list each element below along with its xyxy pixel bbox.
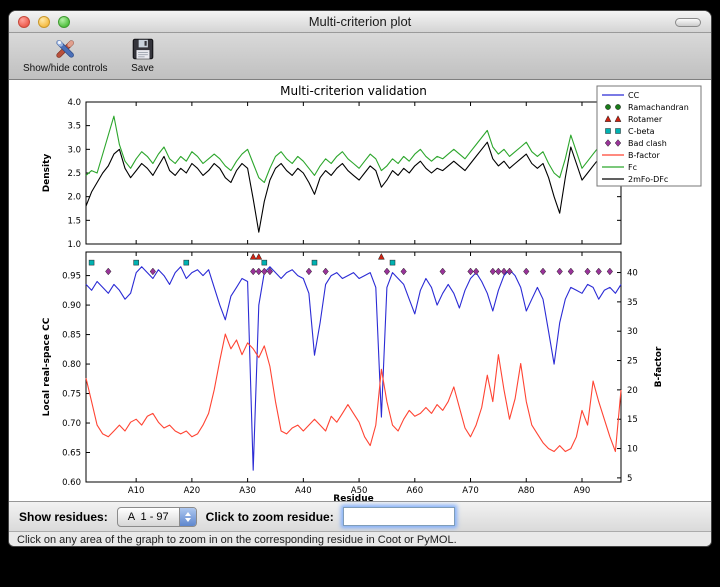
show-residues-label: Show residues: [19,510,108,524]
svg-text:A10: A10 [128,486,145,496]
svg-text:A90: A90 [574,486,591,496]
svg-text:A60: A60 [406,486,423,496]
svg-text:Ramachandran: Ramachandran [628,103,689,112]
svg-text:40: 40 [627,269,638,279]
show-hide-controls-button[interactable]: Show/hide controls [17,35,114,75]
status-bar: Click on any area of the graph to zoom i… [9,531,711,547]
show-hide-controls-label: Show/hide controls [23,63,108,74]
svg-text:Density: Density [42,154,52,193]
svg-text:C-beta: C-beta [628,127,655,136]
svg-text:Rotamer: Rotamer [628,115,663,124]
svg-text:B-factor: B-factor [628,151,661,160]
svg-text:2.0: 2.0 [67,193,81,203]
svg-text:15: 15 [627,415,638,425]
status-text: Click on any area of the graph to zoom i… [17,534,457,546]
titlebar[interactable]: Multi-criterion plot [9,11,711,33]
svg-text:1.5: 1.5 [67,216,81,226]
svg-text:10: 10 [627,445,638,455]
plot-area[interactable]: Multi-criterion validation 1.0 1.5 2.0 2.5 3.… [9,80,711,501]
toolbar: Show/hide controls Save [9,33,711,80]
svg-text:1.0: 1.0 [67,240,81,250]
svg-text:0.90: 0.90 [62,301,81,311]
app-window: Multi-criterion plot Show/hide control [8,10,712,547]
chain-range-select[interactable]: A 1 - 97 [117,507,197,527]
svg-text:5: 5 [627,474,632,484]
toolbar-toggle-button[interactable] [675,18,701,27]
save-label: Save [131,63,154,74]
svg-text:2.5: 2.5 [67,169,81,179]
svg-text:CC: CC [628,91,640,100]
crossed-tools-icon [52,36,78,62]
svg-text:35: 35 [627,298,638,308]
save-button[interactable]: Save [124,35,162,75]
multi-criterion-chart[interactable]: Multi-criterion validation 1.0 1.5 2.0 2.5 3.… [9,80,712,501]
svg-text:25: 25 [627,357,638,367]
svg-text:0.95: 0.95 [62,272,81,282]
chevron-down-icon [185,518,191,522]
svg-text:3.5: 3.5 [67,122,81,132]
svg-text:Multi-criterion validation: Multi-criterion validation [280,84,427,98]
svg-text:3.0: 3.0 [67,145,81,155]
svg-text:2mFo-DFc: 2mFo-DFc [628,175,668,184]
controls-bar: Show residues: A 1 - 97 Click to zoom re… [9,501,711,531]
svg-text:Local real-space CC: Local real-space CC [42,317,52,416]
zoom-button[interactable] [58,16,70,28]
svg-text:30: 30 [627,327,638,337]
floppy-disk-icon [130,36,156,62]
svg-text:20: 20 [627,386,638,396]
window-title: Multi-criterion plot [309,14,412,29]
svg-text:0.75: 0.75 [62,390,81,400]
traffic-lights [18,16,70,28]
svg-text:A40: A40 [295,486,312,496]
zoom-residue-input[interactable] [343,507,455,526]
svg-text:0.85: 0.85 [62,331,81,341]
svg-text:A30: A30 [239,486,256,496]
chevron-up-icon [185,512,191,516]
svg-text:0.65: 0.65 [62,449,81,459]
svg-text:A70: A70 [462,486,479,496]
zoom-residue-label: Click to zoom residue: [206,510,334,524]
svg-text:Fc: Fc [628,163,637,172]
svg-text:Residue: Residue [333,494,373,501]
svg-text:B-factor: B-factor [654,346,664,387]
svg-text:4.0: 4.0 [67,98,81,108]
popup-stepper [179,508,196,526]
svg-text:A20: A20 [184,486,201,496]
svg-text:Bad clash: Bad clash [628,139,667,148]
svg-text:0.60: 0.60 [62,478,81,488]
svg-text:0.80: 0.80 [62,360,81,370]
minimize-button[interactable] [38,16,50,28]
close-button[interactable] [18,16,30,28]
chain-range-value: A 1 - 97 [118,508,179,526]
svg-text:A80: A80 [518,486,535,496]
svg-text:0.70: 0.70 [62,419,81,429]
